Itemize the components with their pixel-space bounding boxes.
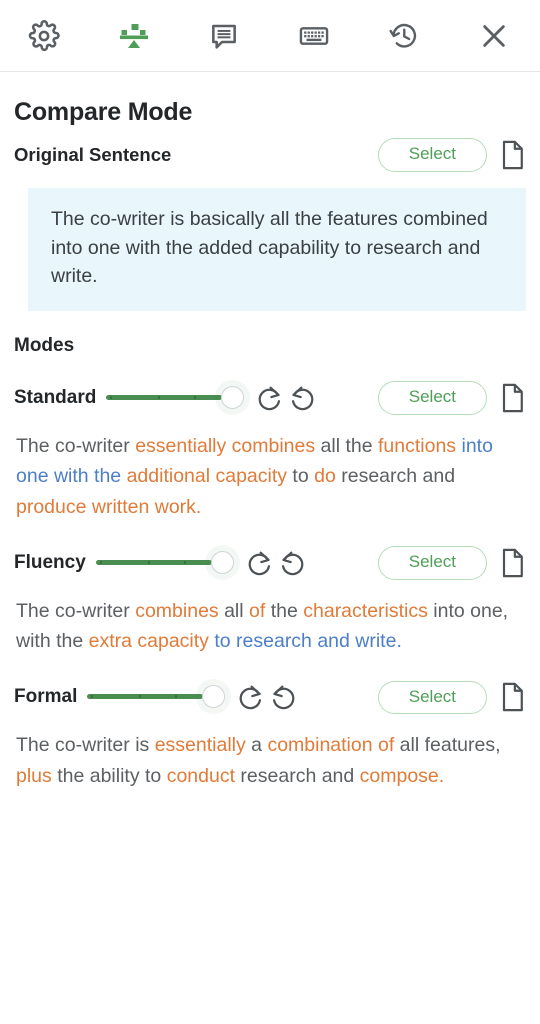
copy-document-icon[interactable]	[500, 682, 526, 712]
segment-changed: combination of	[267, 734, 395, 757]
mode-strength-slider-formal[interactable]	[87, 682, 227, 712]
segment-changed: functions	[378, 435, 457, 458]
segment-changed: essentially combines	[135, 435, 316, 458]
undo-icon[interactable]	[276, 546, 310, 580]
mode-strength-slider-fluency[interactable]	[95, 548, 236, 578]
history-icon[interactable]	[380, 12, 428, 60]
segment-changed: produce written work.	[16, 495, 202, 518]
redo-icon[interactable]	[233, 680, 267, 714]
slider-tick	[99, 560, 102, 564]
segment-changed: additional capacity	[126, 465, 288, 488]
slider-tick	[183, 560, 186, 564]
comment-icon[interactable]	[200, 12, 248, 60]
modes-heading: Modes	[14, 335, 75, 357]
copy-document-icon[interactable]	[500, 548, 526, 578]
slider-tick	[110, 396, 113, 400]
settings-icon[interactable]	[20, 12, 68, 60]
segment-same: all features,	[394, 734, 501, 757]
slider-knob[interactable]	[210, 550, 234, 574]
segment-changed: compose.	[359, 764, 445, 787]
segment-same: a	[245, 734, 268, 757]
mode-row: Fluency Select	[14, 546, 526, 580]
segment-same: all the	[315, 435, 378, 458]
slider-track	[87, 694, 204, 700]
toolbar	[0, 0, 540, 72]
segment-changed: do	[314, 465, 336, 488]
select-button-original[interactable]: Select	[377, 138, 487, 172]
segment-same: The co-writer	[16, 435, 136, 458]
mode-row: Formal Select	[14, 680, 526, 715]
select-button-formal[interactable]: Select	[377, 680, 487, 715]
segment-same: the	[265, 599, 304, 622]
original-sentence-label: Original Sentence	[14, 143, 172, 165]
segment-changed: combines	[135, 599, 219, 622]
mode-block-fluency: Fluency Select The co-writer combines al…	[14, 546, 526, 656]
segment-changed: conduct	[166, 764, 235, 787]
slider-track	[95, 559, 212, 565]
mode-output-text-fluency: The co-writer combines all of the charac…	[14, 596, 526, 656]
select-button-fluency[interactable]: Select	[377, 546, 487, 580]
keyboard-icon[interactable]	[290, 12, 338, 60]
slider-tick	[158, 396, 161, 400]
segment-changed: extra capacity	[88, 630, 209, 653]
segment-changed: characteristics	[303, 599, 428, 622]
redo-icon[interactable]	[242, 546, 276, 580]
mode-row: Standard Select	[14, 381, 526, 416]
undo-icon[interactable]	[267, 680, 301, 714]
segment-same: to	[287, 465, 315, 488]
select-button-standard[interactable]: Select	[377, 381, 487, 416]
mode-block-standard: Standard Select The co-writer essentiall…	[14, 381, 526, 522]
segment-same: research and	[335, 465, 456, 488]
compare-icon[interactable]	[110, 12, 158, 60]
close-icon[interactable]	[470, 12, 518, 60]
slider-tick	[91, 695, 94, 699]
segment-same: the ability to	[51, 764, 167, 787]
copy-document-icon[interactable]	[500, 383, 526, 413]
redo-icon[interactable]	[252, 381, 286, 415]
undo-icon[interactable]	[286, 381, 320, 415]
compare-panel: Compare Mode Original Sentence Select Th…	[0, 98, 540, 791]
modes-list: Standard Select The co-writer essentiall…	[14, 381, 526, 791]
segment-same: all	[218, 599, 250, 622]
original-sentence-box: The co-writer is basically all the featu…	[28, 187, 526, 312]
mode-label: Formal	[14, 686, 78, 708]
copy-document-icon-original[interactable]	[500, 140, 526, 170]
segment-same: The co-writer	[16, 599, 136, 622]
segment-changed: of	[249, 599, 266, 622]
slider-knob[interactable]	[221, 386, 245, 410]
page-title: Compare Mode	[14, 98, 193, 126]
segment-changed: plus	[16, 764, 52, 787]
slider-tick	[139, 695, 142, 699]
original-sentence-text: The co-writer is basically all the featu…	[51, 207, 488, 288]
mode-output-text-formal: The co-writer is essentially a combinati…	[14, 730, 526, 790]
slider-tick	[147, 560, 150, 564]
segment-same: research and	[235, 764, 360, 787]
slider-tick	[175, 695, 178, 699]
original-sentence-block: The co-writer is basically all the featu…	[28, 187, 526, 312]
original-sentence-header: Original Sentence Select	[14, 138, 526, 172]
segment-same: The co-writer is	[16, 734, 155, 757]
mode-label: Fluency	[14, 551, 86, 573]
segment-moved: to research and write.	[214, 630, 402, 653]
slider-knob[interactable]	[202, 685, 226, 709]
mode-strength-slider-standard[interactable]	[106, 383, 246, 413]
segment-changed: essentially	[154, 734, 246, 757]
slider-tick	[194, 396, 197, 400]
mode-output-text-standard: The co-writer essentially combines all t…	[14, 431, 526, 522]
mode-label: Standard	[14, 387, 97, 409]
slider-track	[106, 395, 223, 401]
mode-block-formal: Formal Select The co-writer is essential…	[14, 680, 526, 790]
